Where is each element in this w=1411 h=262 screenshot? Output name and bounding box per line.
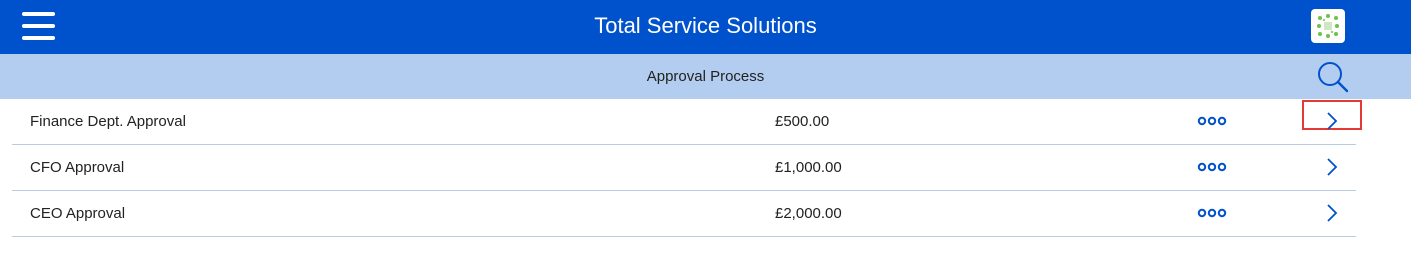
approval-name: CEO Approval	[30, 205, 126, 222]
more-options-icon[interactable]	[1195, 113, 1229, 129]
search-icon[interactable]	[1314, 59, 1352, 95]
approval-amount: £2,000.00	[775, 205, 842, 222]
chevron-right-icon[interactable]	[1324, 156, 1340, 178]
section-title: Approval Process	[646, 68, 765, 85]
approval-row[interactable]: CFO Approval £1,000.00	[12, 145, 1356, 191]
chevron-right-icon[interactable]	[1324, 202, 1340, 224]
app-title: Total Service Solutions	[594, 13, 817, 38]
approval-row[interactable]: Finance Dept. Approval £500.00	[12, 99, 1362, 145]
approval-amount: £500.00	[775, 113, 830, 130]
more-options-icon[interactable]	[1195, 159, 1229, 175]
approval-amount: £1,000.00	[775, 159, 842, 176]
approval-row[interactable]: CEO Approval £2,000.00	[12, 191, 1356, 237]
app-window: Total Service Solutions Approval Process	[0, 0, 1411, 262]
app-logo-icon[interactable]	[1311, 9, 1345, 43]
more-options-icon[interactable]	[1195, 205, 1229, 221]
section-header: Approval Process	[0, 54, 1411, 99]
approval-list: Finance Dept. Approval £500.00 CFO Appro…	[12, 99, 1362, 237]
approval-name: Finance Dept. Approval	[30, 113, 186, 130]
app-header: Total Service Solutions	[0, 0, 1411, 54]
chevron-right-icon[interactable]	[1324, 110, 1340, 132]
approval-name: CFO Approval	[30, 159, 125, 176]
